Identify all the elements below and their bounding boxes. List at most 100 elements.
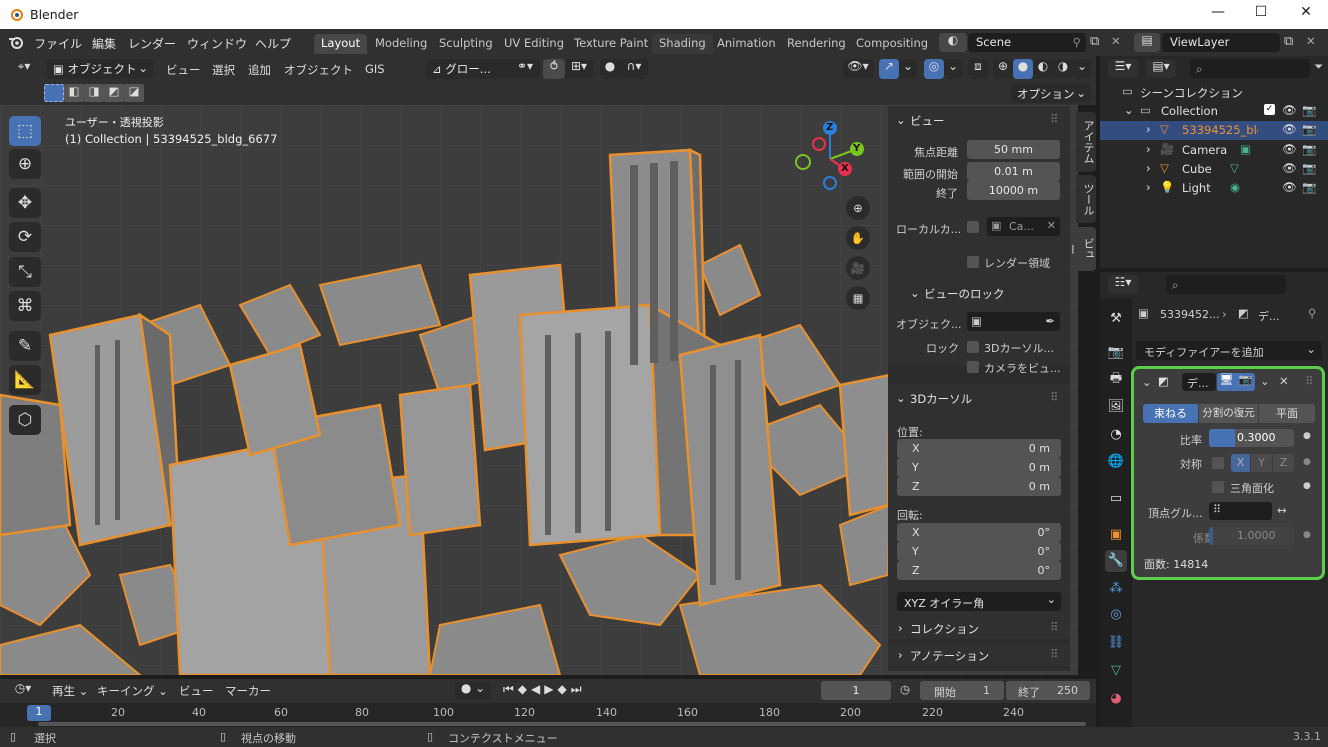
camera-data-icon[interactable]: ▣ [1240,142,1251,156]
shading-dropdown-icon[interactable]: ⌄ [1073,59,1091,79]
select-intersect-icon[interactable]: ◪ [124,84,144,102]
measure-tool[interactable]: 📐 [9,365,41,395]
cursor-x-field[interactable]: X 0 m [897,439,1061,458]
scene-selector-icon[interactable]: ◐ [939,33,967,52]
tab-item[interactable]: アイテム [1076,112,1096,172]
keyframe-dot-icon[interactable]: ● [1303,530,1311,540]
options-dropdown[interactable]: オプション ⌄ [1011,84,1091,103]
ortho-grid-icon[interactable]: ▦ [846,286,870,310]
collection-tab-icon[interactable]: ▭ [1105,488,1127,510]
editor-type-icon[interactable]: ⌖▾ [8,59,40,79]
render-region-checkbox[interactable] [967,256,979,268]
menu-timeline-view[interactable]: ビュー [179,683,214,699]
delete-viewlayer-icon[interactable]: ✕ [1306,34,1316,48]
clear-icon[interactable]: ✕ [1047,219,1056,232]
display-mode-icon[interactable]: ▤▾ [1146,59,1176,78]
camera-render-icon[interactable]: 📷 [1302,180,1316,194]
factor-field[interactable]: 1.0000 [1209,527,1294,545]
drag-handle-icon[interactable]: ⠿ [1050,390,1058,404]
mesh-data-icon[interactable]: ▽ [1230,161,1239,175]
tab-sculpting[interactable]: Sculpting [432,34,500,54]
outliner-row-cube[interactable]: › ▽ Cube ▽ 👁 📷 [1100,160,1328,179]
scene-name-field[interactable]: Scene ⚲ [968,33,1086,52]
lock-cursor-checkbox[interactable] [967,341,979,353]
ratio-slider[interactable]: 0.3000 [1209,429,1294,447]
tool-tab-icon[interactable]: ⚒ [1105,308,1127,330]
close-window-button[interactable]: ✕ [1291,4,1321,24]
outliner-row-collection[interactable]: ⌄ ▭ Collection ✓ 👁 📷 [1100,102,1328,121]
end-frame-field[interactable]: 終了 250 [1006,681,1090,700]
camera-render-icon[interactable]: 📷 [1302,103,1316,117]
symmetry-axis-x[interactable]: X [1231,454,1250,472]
eye-icon[interactable]: 👁 [1282,142,1297,156]
keyframe-dot-icon[interactable]: ● [1303,457,1311,467]
tab-rendering[interactable]: Rendering [780,34,853,54]
rendered-shading-icon[interactable]: ◑ [1053,59,1073,79]
cursor-tool[interactable]: ⊕ [9,149,41,179]
solid-shading-icon[interactable]: ● [1013,59,1033,79]
chevron-right-icon[interactable]: › [1146,122,1151,136]
local-camera-field[interactable]: ▣ Ca... ✕ [987,217,1060,236]
eye-icon[interactable]: 👁 [1282,161,1297,175]
properties-search-input[interactable]: ⌕ [1166,275,1286,294]
chevron-down-icon[interactable]: ⌄ [896,113,906,127]
menu-select[interactable]: 選択 [212,62,235,78]
wireframe-shading-icon[interactable]: ⊕ [993,59,1013,79]
blender-menu-icon[interactable] [8,35,25,50]
clip-start-field[interactable]: 0.01 m [967,162,1060,181]
visibility-icon[interactable]: 👁▾ [843,59,873,79]
eyedropper-icon[interactable]: ✒ [1045,314,1055,328]
modifier-name-field[interactable]: デ... [1182,373,1216,391]
menu-view[interactable]: ビュー [166,62,201,78]
pin-icon[interactable]: ⚲ [1073,35,1081,49]
rotation-z-field[interactable]: Z 0° [897,561,1061,580]
snap-target-icon[interactable]: ⊞▾ [565,59,593,79]
data-tab-icon[interactable]: ▽ [1105,660,1127,682]
menu-file[interactable]: ファイル [34,35,82,52]
local-camera-checkbox[interactable] [967,221,979,233]
select-new-icon[interactable] [44,84,64,102]
current-frame-field[interactable]: 1 [821,681,891,700]
material-shading-icon[interactable]: ◐ [1033,59,1053,79]
tab-modeling[interactable]: Modeling [368,34,434,54]
properties-editor-icon[interactable]: ☷▾ [1108,275,1138,294]
particles-tab-icon[interactable]: ⁂ [1105,578,1127,600]
rotation-y-field[interactable]: Y 0° [897,542,1061,561]
lock-object-field[interactable]: ▣ ✒ [967,312,1060,331]
drag-handle-icon[interactable]: ⠿ [1050,112,1058,126]
chevron-right-icon[interactable]: › [1146,180,1151,194]
output-tab-icon[interactable]: 🖶 [1105,368,1127,390]
new-viewlayer-icon[interactable]: ⧉ [1284,34,1293,49]
add-modifier-dropdown[interactable]: モディファイアーを追加 ⌄ [1136,341,1322,360]
add-cube-tool[interactable]: ⬡ [9,405,41,435]
rotate-tool[interactable]: ⟳ [9,222,41,252]
menu-playback[interactable]: 再生 ⌄ [52,683,88,699]
overlay-dropdown-icon[interactable]: ⌄ [944,59,962,79]
overlay-toggle-icon[interactable]: ◎ [924,59,944,79]
zoom-icon[interactable]: ⊕ [846,196,870,220]
chevron-down-icon[interactable]: ⌄ [1124,103,1134,117]
tab-planar[interactable]: 平面 [1259,404,1315,423]
invert-arrows-icon[interactable]: ↔ [1277,503,1287,517]
annotation-section[interactable]: › アノテーション ⠿ [888,644,1070,666]
gizmo-toggle-icon[interactable]: ↗ [879,59,899,79]
pan-hand-icon[interactable]: ✋ [846,226,870,250]
menu-help[interactable]: ヘルプ [255,35,291,52]
auto-keying-icon[interactable]: ● ⌄ [455,681,491,700]
tab-uv-editing[interactable]: UV Editing [497,34,571,54]
menu-object[interactable]: オブジェクト [284,62,353,78]
camera-view-icon[interactable]: 🎥 [846,256,870,280]
light-data-icon[interactable]: ◉ [1230,180,1240,194]
tab-unsubdivide[interactable]: 分割の復元 [1199,404,1258,423]
menu-render[interactable]: レンダー [128,35,176,52]
focal-length-field[interactable]: 50 mm [967,140,1060,159]
camera-render-icon[interactable]: 📷 [1302,142,1316,156]
camera-render-icon[interactable]: 📷 [1302,122,1316,136]
tab-compositing[interactable]: Compositing [849,34,935,54]
world-tab-icon[interactable]: 🌐 [1105,451,1127,473]
keyframe-dot-icon[interactable]: ● [1303,481,1311,491]
outliner-row-scene-collection[interactable]: ▭ シーンコレクション [1100,83,1328,102]
menu-marker[interactable]: マーカー [225,683,271,699]
camera-render-icon[interactable]: 📷 [1302,161,1316,175]
chevron-down-icon[interactable]: ⌄ [1142,375,1152,389]
